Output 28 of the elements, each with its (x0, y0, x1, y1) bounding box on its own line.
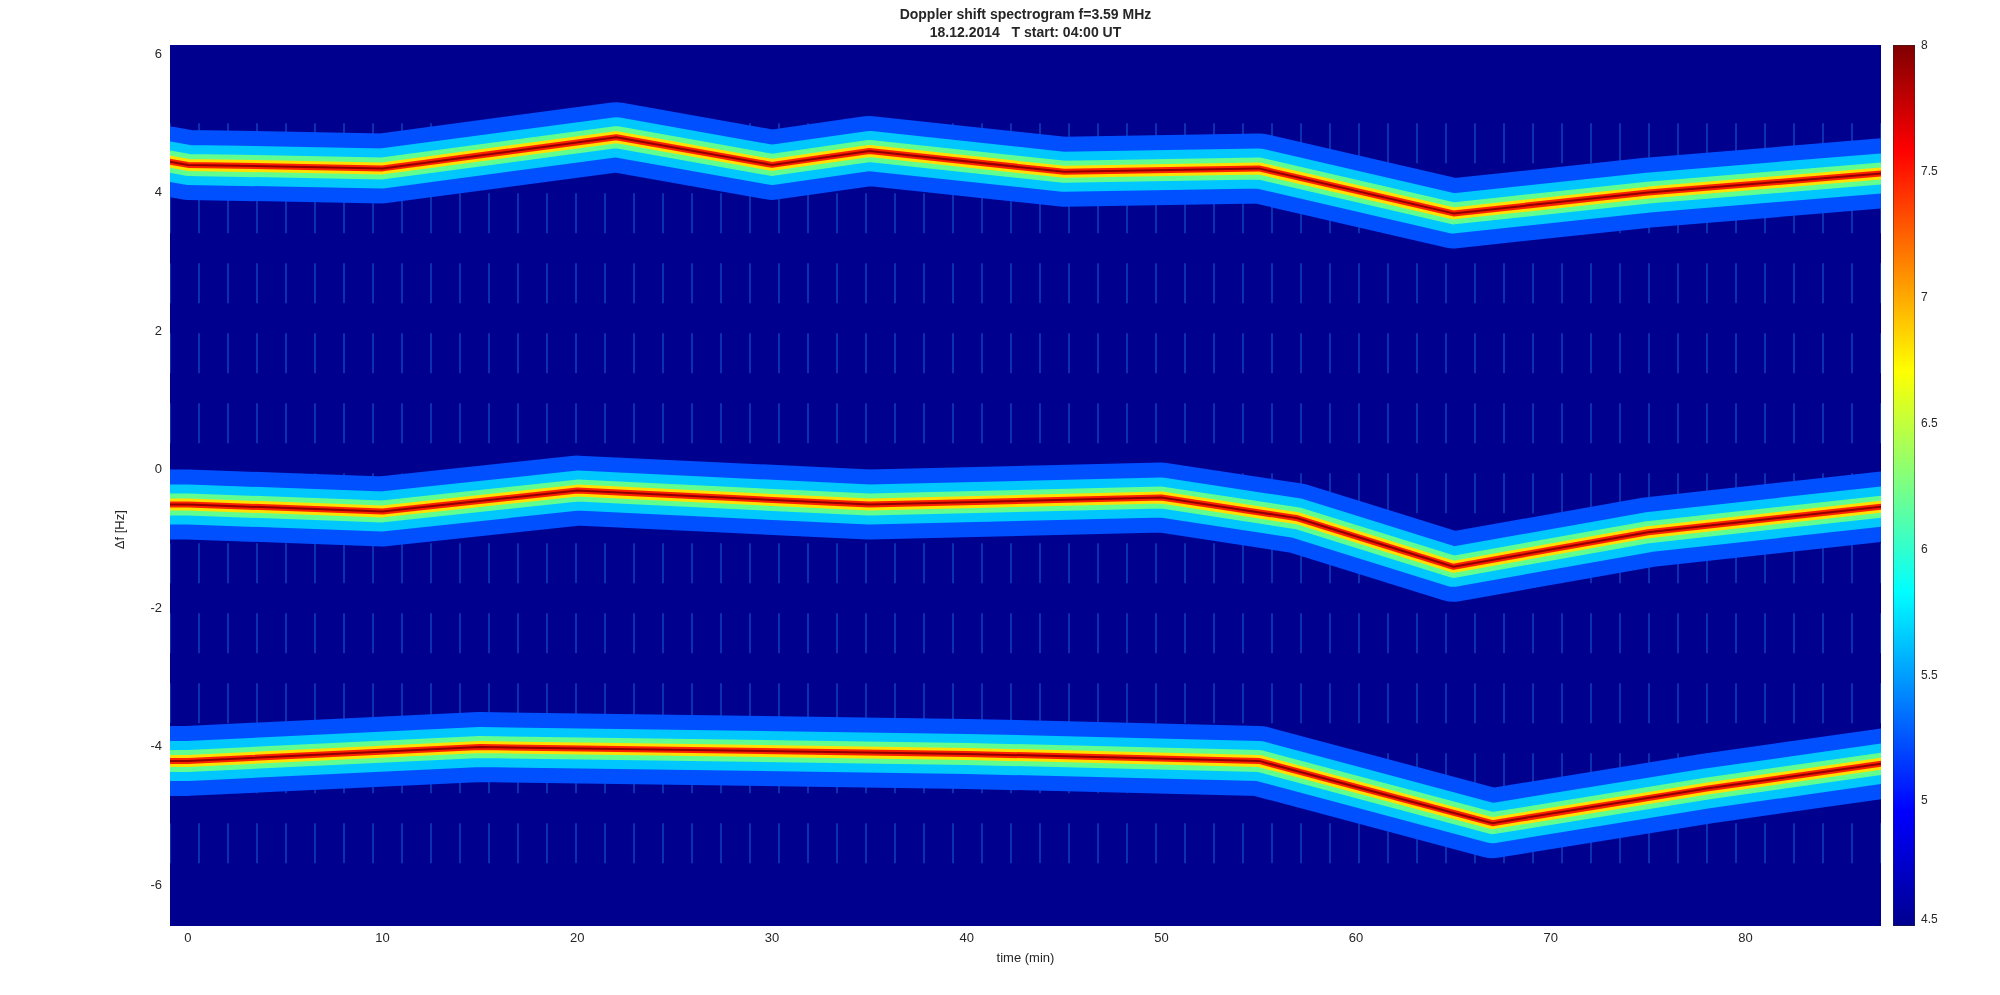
colorbar-tick-label: 5.5 (1921, 667, 1938, 682)
y-tick-label: -6 (150, 876, 162, 893)
y-tick-label: 0 (154, 461, 162, 478)
chart-title: Doppler shift spectrogram f=3.59 MHz (899, 4, 1152, 23)
y-tick-label: -2 (150, 599, 162, 616)
x-tick-label: 30 (764, 930, 780, 946)
y-tick-label: 2 (154, 322, 162, 339)
y-tick-label: 6 (154, 45, 162, 62)
colorbar-tick-label: 6 (1921, 541, 1928, 556)
x-tick-label: 60 (1348, 930, 1364, 946)
colorbar-tick-label: 8 (1921, 38, 1928, 52)
y-tick-label: 4 (154, 184, 162, 201)
colorbar-tick-label: 4.5 (1921, 912, 1938, 926)
x-tick-label: 20 (570, 930, 585, 946)
colorbar-tick-label: 7 (1921, 289, 1928, 304)
y-tick-label: -4 (150, 738, 162, 755)
colorbar-tick-label: 6.5 (1921, 415, 1938, 430)
x-tick-label: 40 (959, 930, 974, 946)
colorbar-tick-label: 7.5 (1921, 163, 1938, 178)
x-tick-label: 0 (184, 930, 192, 946)
chart-title: 18.12.2014 T start: 04:00 UT (929, 22, 1122, 41)
y-axis-label: Δf [Hz] (110, 510, 128, 550)
x-tick-label: 80 (1738, 930, 1753, 946)
x-tick-label: 50 (1154, 930, 1169, 946)
x-axis-label: time (min) (996, 949, 1055, 967)
colorbar-tick-label: 5 (1921, 793, 1928, 808)
x-tick-label: 70 (1543, 930, 1559, 946)
x-tick-label: 10 (375, 930, 390, 946)
